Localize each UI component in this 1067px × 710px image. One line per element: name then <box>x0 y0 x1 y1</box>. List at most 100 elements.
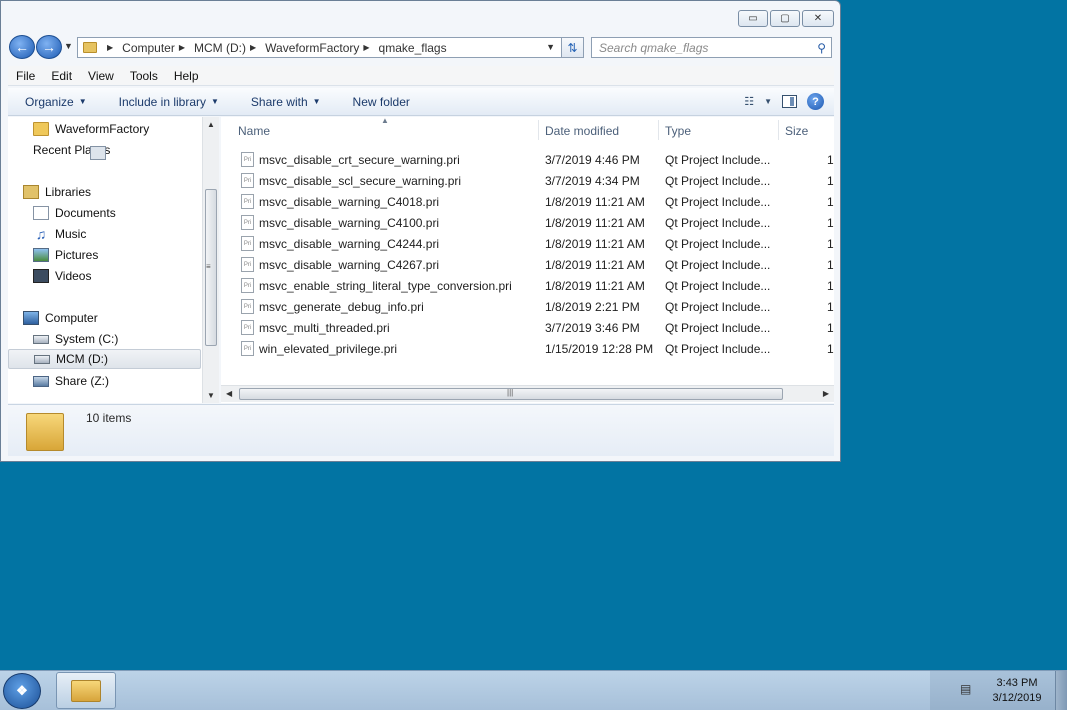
nav-item-music[interactable]: ♫ Music <box>33 224 226 244</box>
folder-icon <box>71 679 101 702</box>
network-drive-icon <box>33 375 49 387</box>
file-icon: Pri <box>241 320 254 335</box>
breadcrumb-chevron-icon[interactable]: ▶ <box>179 43 185 52</box>
file-icon: Pri <box>241 236 254 251</box>
recent-pages-dropdown[interactable]: ▼ <box>64 41 76 51</box>
view-options-dropdown-icon[interactable]: ▼ <box>764 97 772 106</box>
breadcrumb-qmake-flags[interactable]: qmake_flags <box>379 41 447 55</box>
table-row[interactable]: Pri msvc_disable_crt_secure_warning.pri 3/… <box>221 149 834 170</box>
nav-item-share-z[interactable]: Share (Z:) <box>33 371 226 391</box>
title-bar[interactable]: ▭ ▢ ✕ <box>1 1 840 33</box>
file-name: msvc_disable_crt_secure_warning.pri <box>259 153 460 167</box>
column-divider[interactable] <box>658 120 659 140</box>
column-type[interactable]: Type <box>665 124 691 138</box>
menu-view[interactable]: View <box>80 69 122 83</box>
scroll-left-icon[interactable]: ◀ <box>226 389 232 398</box>
breadcrumb-chevron-icon[interactable]: ▶ <box>107 43 113 52</box>
file-name: msvc_disable_warning_C4100.pri <box>259 216 440 230</box>
refresh-button[interactable]: ⇅ <box>562 37 584 58</box>
file-icon: Pri <box>241 257 254 272</box>
nav-item-recent-places[interactable]: Recent Places <box>33 140 226 160</box>
column-date-modified[interactable]: Date modified <box>545 124 619 138</box>
search-icon[interactable]: ⚲ <box>817 41 826 55</box>
table-row[interactable]: Pri msvc_disable_warning_C4244.pri 1/8/201… <box>221 233 834 254</box>
file-name: win_elevated_privilege.pri <box>259 342 398 356</box>
details-pane: 10 items <box>8 404 834 456</box>
breadcrumb-drive[interactable]: MCM (D:) <box>194 41 246 55</box>
menu-help[interactable]: Help <box>166 69 207 83</box>
share-with-button[interactable]: Share with ▼ <box>234 95 336 109</box>
forward-button[interactable]: → <box>36 35 62 59</box>
menu-tools[interactable]: Tools <box>122 69 166 83</box>
breadcrumb-computer[interactable]: Computer <box>122 41 175 55</box>
file-type: Qt Project Include... <box>665 342 771 356</box>
menu-file[interactable]: File <box>8 69 43 83</box>
address-dropdown-icon[interactable]: ▼ <box>546 42 555 52</box>
file-size: 1 <box>827 174 834 188</box>
show-desktop-button[interactable] <box>1055 671 1067 710</box>
menu-edit[interactable]: Edit <box>43 69 80 83</box>
chevron-down-icon: ▼ <box>312 97 321 106</box>
address-bar[interactable]: ▶ Computer ▶ MCM (D:) ▶ WaveformFactory … <box>77 37 562 58</box>
nav-item-label: Computer <box>45 311 98 325</box>
breadcrumb-waveformfactory[interactable]: WaveformFactory <box>265 41 359 55</box>
search-input[interactable]: Search qmake_flags ⚲ <box>591 37 832 58</box>
nav-vertical-scrollbar[interactable]: ▲ ≡ ▼ <box>202 117 219 403</box>
address-row: ← → ▼ ▶ Computer ▶ MCM (D:) ▶ WaveformFa… <box>7 35 833 59</box>
file-size: 1 <box>827 258 834 272</box>
nav-item-label: Documents <box>55 206 116 220</box>
file-date-modified: 1/8/2019 11:21 AM <box>545 195 645 209</box>
file-list-horizontal-scrollbar[interactable]: ◀ ||| ▶ <box>221 385 834 402</box>
nav-item-videos[interactable]: Videos <box>33 266 226 286</box>
table-row[interactable]: Pri msvc_disable_scl_secure_warning.pri 3/… <box>221 170 834 191</box>
nav-item-computer[interactable]: Computer <box>23 308 216 328</box>
maximize-button[interactable]: ▢ <box>770 10 800 27</box>
taskbar-explorer-button[interactable] <box>56 672 116 709</box>
nav-item-mcm-d[interactable]: MCM (D:) <box>8 349 201 369</box>
file-type: Qt Project Include... <box>665 300 771 314</box>
scroll-up-icon[interactable]: ▲ <box>207 120 215 129</box>
nav-item-documents[interactable]: Documents <box>33 203 226 223</box>
change-view-icon[interactable]: ☷ <box>744 95 754 108</box>
scroll-right-icon[interactable]: ▶ <box>823 389 829 398</box>
file-date-modified: 3/7/2019 4:46 PM <box>545 153 640 167</box>
preview-pane-icon[interactable] <box>782 95 797 108</box>
column-divider[interactable] <box>778 120 779 140</box>
table-row[interactable]: Pri win_elevated_privilege.pri 1/15/2019 1… <box>221 338 834 359</box>
column-divider[interactable] <box>538 120 539 140</box>
start-button[interactable]: ❖ <box>3 673 41 709</box>
breadcrumb-chevron-icon[interactable]: ▶ <box>250 43 256 52</box>
organize-button[interactable]: Organize ▼ <box>8 95 102 109</box>
table-row[interactable]: Pri msvc_enable_string_literal_type_conve… <box>221 275 834 296</box>
minimize-button[interactable]: ▭ <box>738 10 768 27</box>
nav-item-system-c[interactable]: System (C:) <box>33 329 226 349</box>
file-date-modified: 1/8/2019 11:21 AM <box>545 216 645 230</box>
help-icon[interactable]: ? <box>807 93 824 110</box>
nav-item-libraries[interactable]: Libraries <box>23 182 216 202</box>
table-row[interactable]: Pri msvc_multi_threaded.pri 3/7/2019 3:46 … <box>221 317 834 338</box>
pictures-icon <box>33 248 49 262</box>
clock[interactable]: 3:43 PM 3/12/2019 <box>986 676 1048 706</box>
item-count: 10 items <box>86 411 132 425</box>
table-row[interactable]: Pri msvc_disable_warning_C4100.pri 1/8/201… <box>221 212 834 233</box>
include-in-library-button[interactable]: Include in library ▼ <box>102 95 234 109</box>
file-type: Qt Project Include... <box>665 153 771 167</box>
table-row[interactable]: Pri msvc_generate_debug_info.pri 1/8/2019 … <box>221 296 834 317</box>
column-name[interactable]: Name <box>238 124 270 138</box>
new-folder-button[interactable]: New folder <box>336 95 425 109</box>
scroll-down-icon[interactable]: ▼ <box>207 391 215 400</box>
column-size[interactable]: Size <box>785 124 808 138</box>
breadcrumb-chevron-icon[interactable]: ▶ <box>363 43 369 52</box>
recent-places-icon <box>90 146 106 160</box>
table-row[interactable]: Pri msvc_disable_warning_C4018.pri 1/8/201… <box>221 191 834 212</box>
close-button[interactable]: ✕ <box>802 10 834 27</box>
table-row[interactable]: Pri msvc_disable_warning_C4267.pri 1/8/201… <box>221 254 834 275</box>
menu-bar: File Edit View Tools Help <box>8 66 834 86</box>
nav-item-waveformfactory[interactable]: WaveformFactory <box>33 119 226 139</box>
file-date-modified: 1/15/2019 12:28 PM <box>545 342 654 356</box>
back-button[interactable]: ← <box>9 35 35 59</box>
network-icon[interactable]: ▤ <box>960 682 971 696</box>
file-name: msvc_generate_debug_info.pri <box>259 300 424 314</box>
nav-item-pictures[interactable]: Pictures <box>33 245 226 265</box>
file-size: 1 <box>827 279 834 293</box>
